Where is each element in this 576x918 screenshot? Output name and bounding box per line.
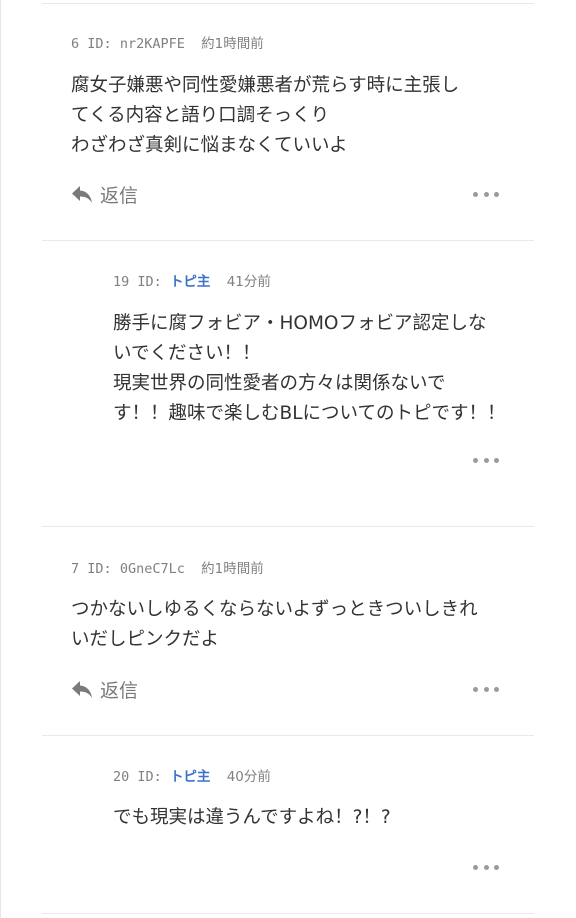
comment-meta: 7 ID: 0GneC7Lc 約1時間前 bbox=[71, 557, 264, 577]
reply-arrow-icon bbox=[72, 186, 92, 203]
more-options-icon[interactable] bbox=[473, 453, 499, 467]
comment-meta: 20 ID: トピ主 40分前 bbox=[113, 765, 271, 785]
comment-line: つかないしゆるくならないよずっときついしきれ bbox=[71, 599, 478, 620]
comment-body: でも現実は違うんですよね！?！? bbox=[113, 803, 391, 833]
more-options-icon[interactable] bbox=[473, 860, 499, 874]
comment-line: でも現実は違うんですよね！?！? bbox=[113, 807, 391, 828]
comment-number: 7 bbox=[71, 561, 80, 577]
timestamp: 40分前 bbox=[226, 769, 271, 785]
reply-button[interactable]: 返信 bbox=[71, 181, 138, 208]
divider bbox=[42, 913, 534, 914]
comment-number: 6 bbox=[71, 36, 80, 52]
comment-meta: 19 ID: トピ主 41分前 bbox=[113, 270, 271, 290]
reply-label: 返信 bbox=[100, 185, 139, 207]
comment-line: す！！趣味で楽しむBLについてのトピです！！ bbox=[113, 403, 506, 424]
user-id: nr2KAPFE bbox=[119, 36, 185, 52]
page-left-border bbox=[0, 0, 1, 918]
more-options-icon[interactable] bbox=[473, 187, 499, 201]
comment-line: わざわざ真剣に悩まなくていいよ bbox=[71, 135, 348, 156]
timestamp: 41分前 bbox=[226, 274, 271, 290]
id-label: ID: bbox=[87, 36, 112, 52]
comment-body: 腐女子嫌悪や同性愛嫌悪者が荒らす時に主張し てくる内容と語り口調そっくり わざわ… bbox=[71, 71, 459, 161]
op-badge: トピ主 bbox=[169, 769, 211, 785]
divider bbox=[42, 3, 534, 4]
comment-body: つかないしゆるくならないよずっときついしきれ いだしピンクだよ bbox=[71, 595, 478, 655]
timestamp: 約1時間前 bbox=[201, 36, 264, 52]
user-id: 0GneC7Lc bbox=[119, 561, 185, 577]
comment-line: 勝手に腐フォビア・HOMOフォビア認定しな bbox=[113, 313, 487, 334]
reply-button[interactable]: 返信 bbox=[71, 676, 138, 703]
id-label: ID: bbox=[137, 274, 162, 290]
comment-line: いでください！！ bbox=[113, 343, 261, 364]
comment-line: てくる内容と語り口調そっくり bbox=[71, 105, 330, 126]
divider bbox=[42, 735, 534, 736]
id-label: ID: bbox=[87, 561, 112, 577]
op-badge: トピ主 bbox=[169, 274, 211, 290]
more-options-icon[interactable] bbox=[473, 682, 499, 696]
id-label: ID: bbox=[137, 769, 162, 785]
comment-body: 勝手に腐フォビア・HOMOフォビア認定しな いでください！！ 現実世界の同性愛者… bbox=[113, 309, 505, 429]
timestamp: 約1時間前 bbox=[201, 561, 264, 577]
comment-line: 現実世界の同性愛者の方々は関係ないで bbox=[113, 373, 446, 394]
divider bbox=[42, 526, 534, 527]
comment-line: いだしピンクだよ bbox=[71, 629, 220, 650]
reply-label: 返信 bbox=[100, 680, 139, 702]
comment-meta: 6 ID: nr2KAPFE 約1時間前 bbox=[71, 32, 264, 52]
reply-arrow-icon bbox=[72, 681, 92, 698]
comment-number: 20 bbox=[113, 769, 130, 785]
comment-line: 腐女子嫌悪や同性愛嫌悪者が荒らす時に主張し bbox=[71, 75, 460, 96]
divider bbox=[42, 240, 534, 241]
comment-number: 19 bbox=[113, 274, 130, 290]
